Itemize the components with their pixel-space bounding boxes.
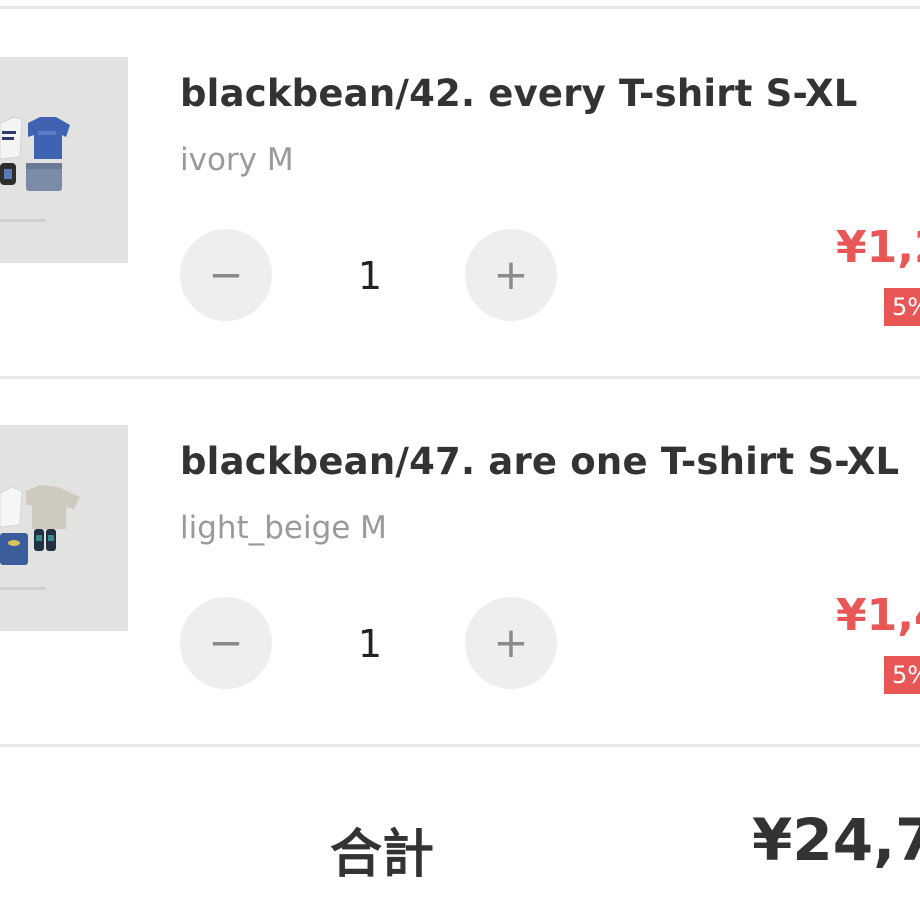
product-variant: ivory M: [180, 142, 294, 178]
increment-button[interactable]: +: [465, 597, 557, 689]
product-variant: light_beige M: [180, 510, 387, 546]
minus-icon: −: [208, 250, 244, 299]
plus-icon: +: [493, 618, 529, 667]
item-price: ¥1,4: [836, 590, 920, 641]
increment-button[interactable]: +: [465, 229, 557, 321]
cart-page: blackbean/42. every T-shirt S-XL ivory M…: [0, 0, 920, 920]
quantity-value: 1: [357, 622, 383, 666]
product-thumbnail[interactable]: [0, 425, 128, 631]
decrement-button[interactable]: −: [180, 597, 272, 689]
decrement-button[interactable]: −: [180, 229, 272, 321]
discount-badge: 5%: [884, 288, 920, 326]
top-divider: [0, 6, 920, 9]
total-value: ¥24,7: [752, 806, 920, 874]
item-price: ¥1,2: [836, 222, 920, 273]
product-photo-icon: [0, 57, 128, 263]
total-label: 合計: [330, 825, 435, 885]
quantity-value: 1: [357, 254, 383, 298]
cart-item: blackbean/42. every T-shirt S-XL ivory M…: [0, 10, 920, 370]
product-photo-icon: [0, 425, 128, 631]
total-divider: [0, 744, 920, 747]
product-title[interactable]: blackbean/47. are one T-shirt S-XL: [180, 440, 899, 483]
minus-icon: −: [208, 618, 244, 667]
cart-item: blackbean/47. are one T-shirt S-XL light…: [0, 378, 920, 738]
product-title[interactable]: blackbean/42. every T-shirt S-XL: [180, 72, 858, 115]
discount-badge: 5%: [884, 656, 920, 694]
product-thumbnail[interactable]: [0, 57, 128, 263]
plus-icon: +: [493, 250, 529, 299]
